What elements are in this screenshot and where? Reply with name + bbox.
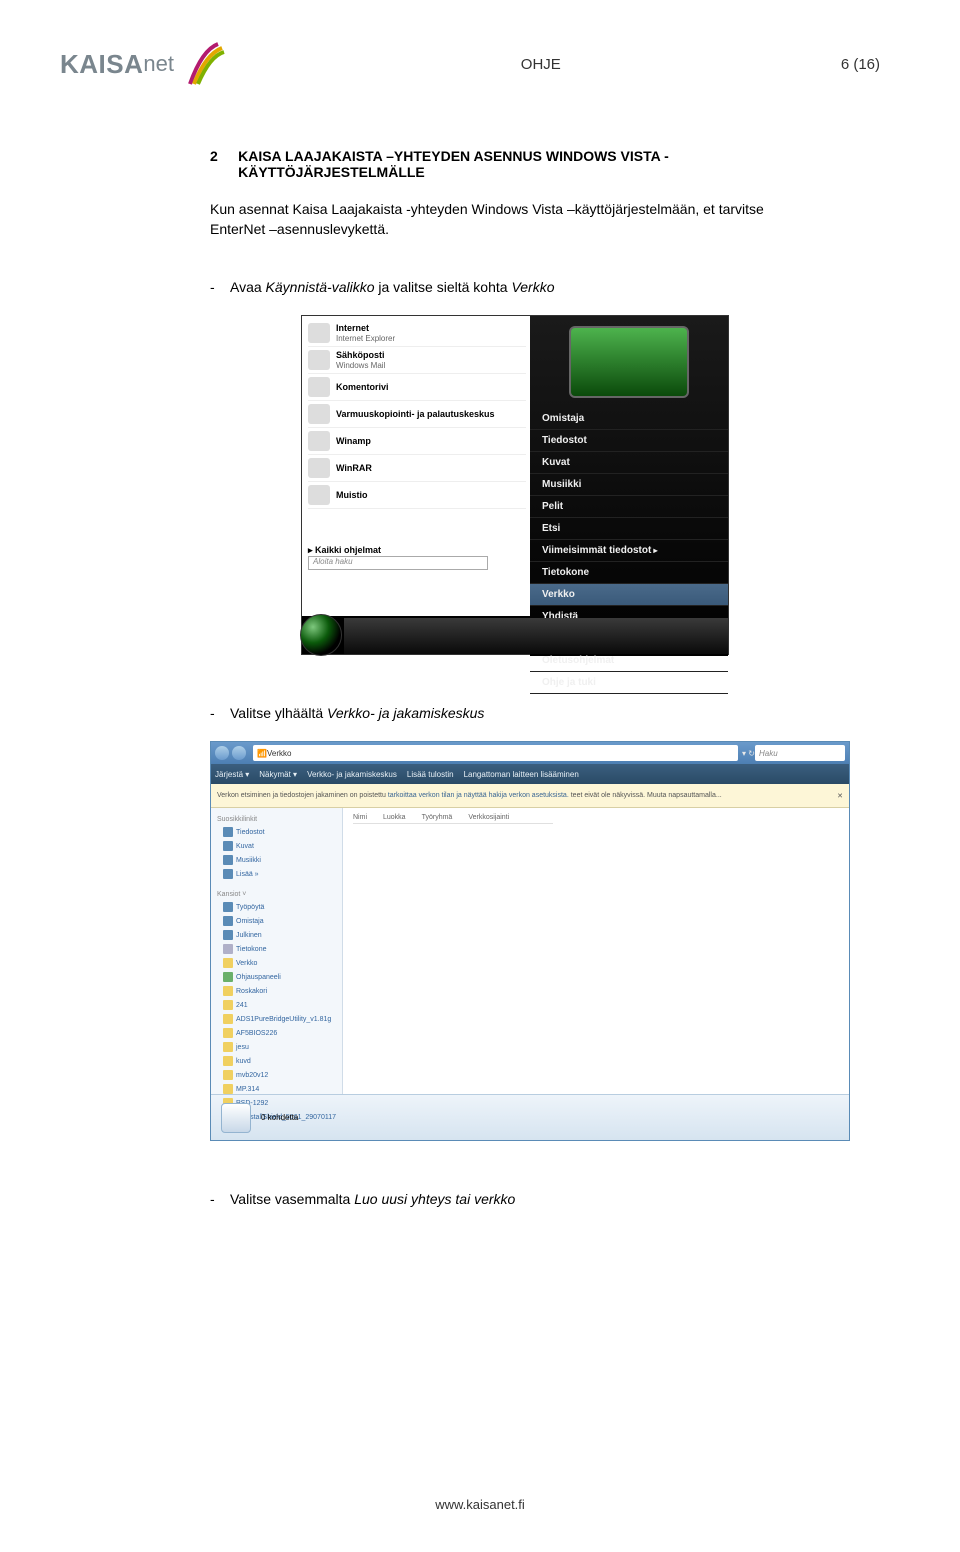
sidebar-item[interactable]: Lisää »: [213, 867, 340, 881]
bullet-3: - Valitse vasemmalta Luo uusi yhteys tai…: [210, 1191, 820, 1207]
sidebar-item[interactable]: Roskakori: [213, 984, 340, 998]
sidebar-item[interactable]: jesu: [213, 1040, 340, 1054]
nav-back-icon[interactable]: [215, 746, 229, 760]
sidebar-item[interactable]: mvb20v12: [213, 1068, 340, 1082]
search-input[interactable]: Haku: [755, 745, 845, 761]
logo-text-bold: KAISA: [60, 49, 143, 80]
logo-swirl-icon: [182, 40, 230, 88]
start-right-item[interactable]: Tiedostot: [530, 430, 728, 452]
toolbar-button[interactable]: Langattoman laitteen lisääminen: [464, 770, 579, 779]
sidebar-item[interactable]: Tietokone: [213, 942, 340, 956]
sidebar-item[interactable]: kuvd: [213, 1054, 340, 1068]
toolbar-button[interactable]: Lisää tulostin: [407, 770, 454, 779]
toolbar-button[interactable]: Järjestä ▾: [215, 770, 249, 779]
sidebar-item[interactable]: Ohjauspaneeli: [213, 970, 340, 984]
section-number: 2: [210, 148, 238, 180]
start-right-item[interactable]: Kuvat: [530, 452, 728, 474]
start-menu-item[interactable]: InternetInternet Explorer: [308, 320, 526, 347]
doc-label: OHJE: [521, 56, 561, 73]
bullet-1: - Avaa Käynnistä-valikko ja valitse siel…: [210, 279, 820, 295]
sidebar-item[interactable]: AF5BIOS226: [213, 1026, 340, 1040]
sidebar-item[interactable]: Omistaja: [213, 914, 340, 928]
section-heading: KAISA LAAJAKAISTA –YHTEYDEN ASENNUS WIND…: [238, 148, 820, 180]
status-text: 0 kohdetta: [261, 1113, 298, 1122]
start-right-item[interactable]: Ohje ja tuki: [530, 672, 728, 694]
sidebar-item[interactable]: ADS1PureBridgeUtility_v1.81g: [213, 1012, 340, 1026]
intro-paragraph: Kun asennat Kaisa Laajakaista -yhteyden …: [210, 200, 820, 239]
start-menu-item[interactable]: Varmuuskopiointi- ja palautuskeskus: [308, 401, 526, 428]
user-picture: [569, 326, 689, 398]
screenshot-start-menu: InternetInternet ExplorerSähköpostiWindo…: [301, 315, 729, 655]
logo: KAISA net: [60, 40, 230, 88]
start-right-item[interactable]: Omistaja: [530, 408, 728, 430]
sidebar-item[interactable]: 241: [213, 998, 340, 1012]
close-icon[interactable]: ✕: [837, 792, 843, 800]
start-orb-icon[interactable]: [300, 614, 342, 656]
start-menu-item[interactable]: Komentorivi: [308, 374, 526, 401]
screenshot-explorer: 📶 Verkko ▾ ↻ Haku Järjestä ▾Näkymät ▾Ver…: [210, 741, 850, 1141]
start-menu-item[interactable]: Winamp: [308, 428, 526, 455]
bullet-2: - Valitse ylhäältä Verkko- ja jakamiskes…: [210, 705, 820, 721]
toolbar-button[interactable]: Verkko- ja jakamiskeskus: [307, 770, 397, 779]
start-right-item[interactable]: Verkko: [530, 584, 728, 606]
sidebar-item[interactable]: Musiikki: [213, 853, 340, 867]
status-pc-icon: [221, 1103, 251, 1133]
nav-forward-icon[interactable]: [232, 746, 246, 760]
start-right-item[interactable]: Viimeisimmät tiedostot: [530, 540, 728, 562]
start-menu-item[interactable]: Muistio: [308, 482, 526, 509]
sidebar-item[interactable]: Tiedostot: [213, 825, 340, 839]
start-search-input[interactable]: Aloita haku: [308, 556, 488, 570]
address-bar[interactable]: 📶 Verkko: [253, 745, 738, 761]
start-right-item[interactable]: Tietokone: [530, 562, 728, 584]
sidebar-item[interactable]: MP.314: [213, 1082, 340, 1096]
toolbar-button[interactable]: Näkymät ▾: [259, 770, 297, 779]
section-title: 2 KAISA LAAJAKAISTA –YHTEYDEN ASENNUS WI…: [210, 148, 820, 180]
logo-text-light: net: [143, 51, 174, 77]
start-menu-item[interactable]: SähköpostiWindows Mail: [308, 347, 526, 374]
start-menu-item[interactable]: WinRAR: [308, 455, 526, 482]
footer-url: www.kaisanet.fi: [0, 1497, 960, 1512]
page-number: 6 (16): [841, 56, 880, 73]
taskbar: [344, 618, 728, 654]
sidebar-item[interactable]: Julkinen: [213, 928, 340, 942]
sidebar-item[interactable]: Verkko: [213, 956, 340, 970]
start-right-item[interactable]: Pelit: [530, 496, 728, 518]
sidebar-item[interactable]: Työpöytä: [213, 900, 340, 914]
sidebar-item[interactable]: Kuvat: [213, 839, 340, 853]
start-right-item[interactable]: Etsi: [530, 518, 728, 540]
column-headers[interactable]: NimiLuokkaTyöryhmäVerkkosijainti: [353, 814, 553, 824]
start-right-item[interactable]: Musiikki: [530, 474, 728, 496]
start-all-programs[interactable]: ▸ Kaikki ohjelmat: [308, 545, 381, 556]
